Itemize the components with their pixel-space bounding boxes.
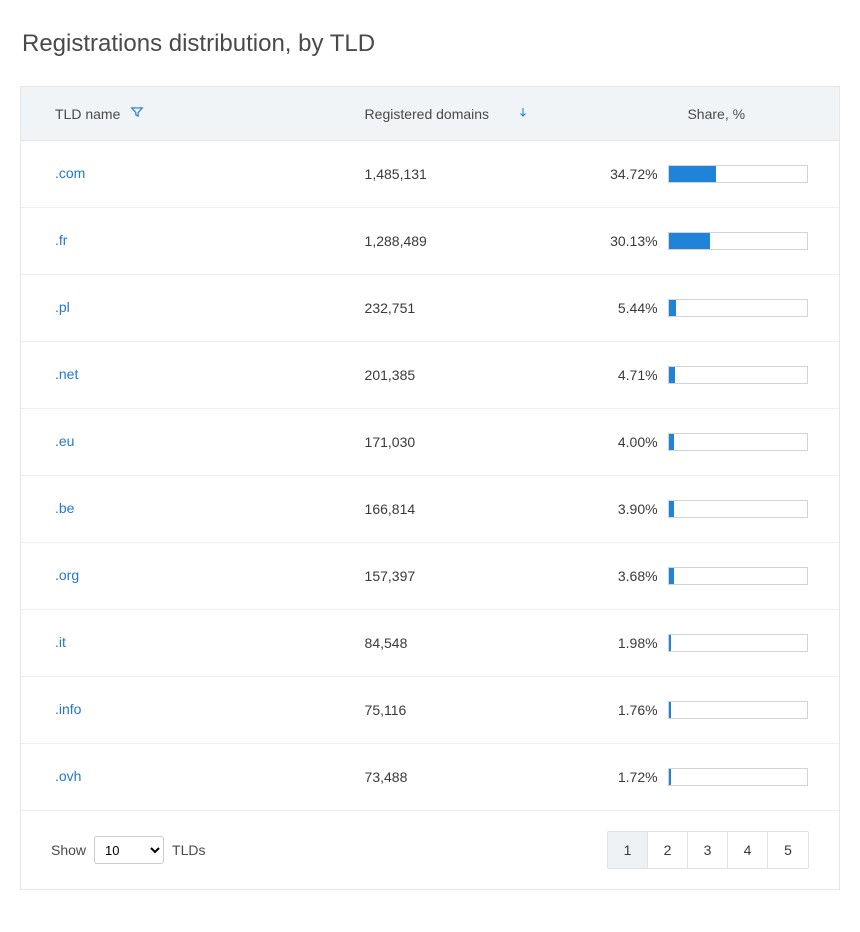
share-bar-fill bbox=[669, 300, 677, 316]
tld-link[interactable]: .org bbox=[55, 567, 79, 583]
table-footer: Show 10 TLDs 12345 bbox=[21, 811, 839, 889]
registered-value: 166,814 bbox=[365, 501, 594, 517]
table-row: .fr 1,288,489 30.13% bbox=[21, 208, 839, 275]
page-size-control: Show 10 TLDs bbox=[51, 836, 205, 864]
share-cell: 1.98% bbox=[594, 634, 839, 652]
table-row: .net 201,385 4.71% bbox=[21, 342, 839, 409]
share-percent: 34.72% bbox=[600, 166, 658, 182]
page-button-2[interactable]: 2 bbox=[648, 832, 688, 868]
share-cell: 30.13% bbox=[594, 232, 839, 250]
registered-value: 1,288,489 bbox=[365, 233, 594, 249]
table-row: .info 75,116 1.76% bbox=[21, 677, 839, 744]
tlds-label: TLDs bbox=[172, 842, 205, 858]
tld-link[interactable]: .be bbox=[55, 500, 74, 516]
page-size-select[interactable]: 10 bbox=[94, 836, 164, 864]
tld-link[interactable]: .eu bbox=[55, 433, 74, 449]
page-button-4[interactable]: 4 bbox=[728, 832, 768, 868]
share-cell: 4.71% bbox=[594, 366, 839, 384]
share-percent: 30.13% bbox=[600, 233, 658, 249]
registered-value: 157,397 bbox=[365, 568, 594, 584]
share-bar-fill bbox=[669, 166, 717, 182]
show-label: Show bbox=[51, 842, 86, 858]
share-bar bbox=[668, 634, 808, 652]
share-percent: 3.68% bbox=[600, 568, 658, 584]
tld-link[interactable]: .info bbox=[55, 701, 81, 717]
share-bar-fill bbox=[669, 501, 674, 517]
table-row: .org 157,397 3.68% bbox=[21, 543, 839, 610]
column-header-tld[interactable]: TLD name bbox=[21, 105, 365, 122]
pagination: 12345 bbox=[607, 831, 809, 869]
table-row: .ovh 73,488 1.72% bbox=[21, 744, 839, 811]
registered-value: 1,485,131 bbox=[365, 166, 594, 182]
page-button-5[interactable]: 5 bbox=[768, 832, 808, 868]
share-cell: 34.72% bbox=[594, 165, 839, 183]
registered-value: 201,385 bbox=[365, 367, 594, 383]
share-bar-fill bbox=[669, 568, 674, 584]
table-row: .pl 232,751 5.44% bbox=[21, 275, 839, 342]
table-row: .eu 171,030 4.00% bbox=[21, 409, 839, 476]
share-bar-fill bbox=[669, 702, 671, 718]
column-header-registered-label: Registered domains bbox=[365, 106, 490, 122]
tld-link[interactable]: .net bbox=[55, 366, 78, 382]
tld-link[interactable]: .fr bbox=[55, 232, 67, 248]
share-percent: 1.72% bbox=[600, 769, 658, 785]
table-header: TLD name Registered domains Share, % bbox=[21, 87, 839, 141]
tld-link[interactable]: .ovh bbox=[55, 768, 81, 784]
share-cell: 5.44% bbox=[594, 299, 839, 317]
share-bar bbox=[668, 768, 808, 786]
share-bar bbox=[668, 701, 808, 719]
table-row: .com 1,485,131 34.72% bbox=[21, 141, 839, 208]
column-header-tld-label: TLD name bbox=[55, 106, 120, 122]
table-row: .be 166,814 3.90% bbox=[21, 476, 839, 543]
table-row: .it 84,548 1.98% bbox=[21, 610, 839, 677]
share-cell: 1.76% bbox=[594, 701, 839, 719]
share-bar bbox=[668, 500, 808, 518]
share-bar bbox=[668, 299, 808, 317]
registered-value: 171,030 bbox=[365, 434, 594, 450]
column-header-share[interactable]: Share, % bbox=[594, 105, 839, 122]
filter-icon[interactable] bbox=[130, 105, 144, 122]
registered-value: 73,488 bbox=[365, 769, 594, 785]
share-bar-fill bbox=[669, 635, 672, 651]
share-bar bbox=[668, 366, 808, 384]
share-cell: 3.68% bbox=[594, 567, 839, 585]
share-bar bbox=[668, 567, 808, 585]
share-bar-fill bbox=[669, 233, 711, 249]
share-percent: 5.44% bbox=[600, 300, 658, 316]
share-percent: 1.98% bbox=[600, 635, 658, 651]
share-percent: 3.90% bbox=[600, 501, 658, 517]
page-button-1[interactable]: 1 bbox=[608, 832, 648, 868]
share-cell: 4.00% bbox=[594, 433, 839, 451]
sort-down-icon[interactable] bbox=[517, 105, 529, 122]
column-header-registered[interactable]: Registered domains bbox=[365, 105, 594, 122]
share-bar bbox=[668, 433, 808, 451]
share-bar-fill bbox=[669, 769, 671, 785]
registered-value: 232,751 bbox=[365, 300, 594, 316]
column-header-share-label: Share, % bbox=[687, 106, 745, 122]
registered-value: 75,116 bbox=[365, 702, 594, 718]
tld-link[interactable]: .com bbox=[55, 165, 85, 181]
page-title: Registrations distribution, by TLD bbox=[22, 30, 840, 58]
page-button-3[interactable]: 3 bbox=[688, 832, 728, 868]
share-percent: 4.00% bbox=[600, 434, 658, 450]
share-bar bbox=[668, 165, 808, 183]
tld-link[interactable]: .it bbox=[55, 634, 66, 650]
tld-table: TLD name Registered domains Share, % .co… bbox=[20, 86, 840, 890]
registered-value: 84,548 bbox=[365, 635, 594, 651]
share-cell: 3.90% bbox=[594, 500, 839, 518]
share-bar bbox=[668, 232, 808, 250]
share-bar-fill bbox=[669, 434, 675, 450]
share-bar-fill bbox=[669, 367, 675, 383]
tld-link[interactable]: .pl bbox=[55, 299, 70, 315]
share-percent: 4.71% bbox=[600, 367, 658, 383]
share-percent: 1.76% bbox=[600, 702, 658, 718]
share-cell: 1.72% bbox=[594, 768, 839, 786]
